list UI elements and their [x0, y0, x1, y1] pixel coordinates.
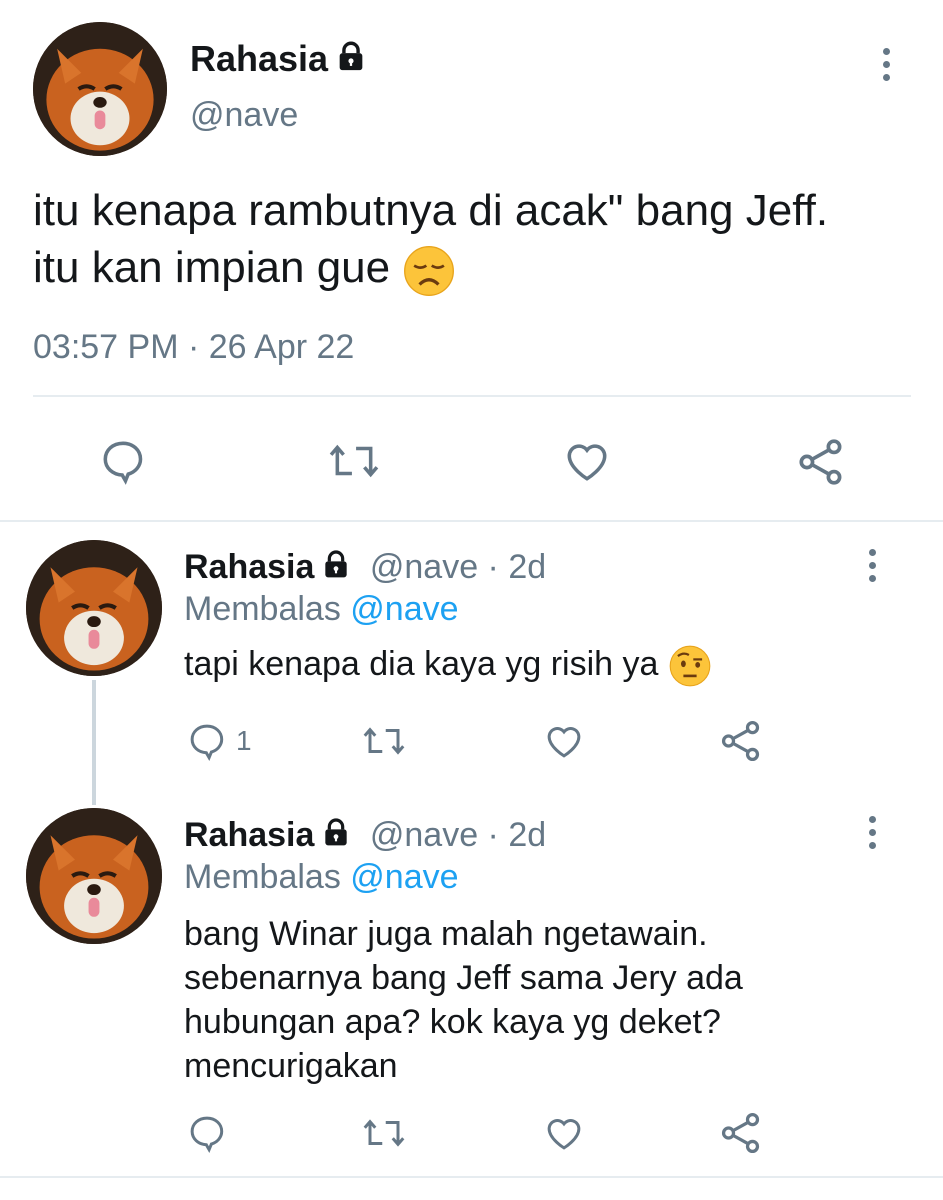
lock-icon: [325, 818, 348, 846]
tweet-text: itu kenapa rambutnya di acak" bang Jeff.…: [33, 182, 828, 298]
mention-link[interactable]: @nave: [350, 590, 458, 628]
disappointed-face-emoji-icon: [404, 245, 455, 296]
heart-icon: [547, 727, 581, 758]
avatar[interactable]: [26, 540, 162, 676]
reply-text-line: mencurigakan: [184, 1047, 398, 1085]
reply-button[interactable]: [186, 1112, 228, 1154]
like-button[interactable]: [541, 1112, 587, 1154]
more-options-icon[interactable]: [880, 48, 892, 81]
reply-age[interactable]: 2d: [508, 548, 546, 586]
more-options-icon[interactable]: [866, 549, 878, 582]
reply-author-name-text[interactable]: Rahasia: [184, 548, 314, 586]
reply-author-name-text[interactable]: Rahasia: [184, 816, 314, 854]
more-options-icon[interactable]: [866, 816, 878, 849]
raised-eyebrow-face-emoji-icon: [669, 645, 711, 687]
reply-text-content: tapi kenapa dia kaya yg risih ya: [184, 645, 659, 683]
section-divider: [0, 520, 943, 522]
author-name[interactable]: Rahasia: [190, 38, 368, 80]
retweet-icon: [329, 444, 379, 478]
reply-icon: [190, 1116, 224, 1154]
share-button[interactable]: [795, 436, 847, 488]
share-button[interactable]: [718, 718, 764, 764]
replying-prefix: Membalas: [184, 858, 341, 896]
lock-icon: [325, 550, 348, 578]
tweet-text-line2: itu kan impian gue: [33, 243, 391, 293]
mention-link[interactable]: @nave: [350, 858, 458, 896]
reply-author-name[interactable]: Rahasia @nave · 2d: [184, 548, 546, 587]
avatar[interactable]: [26, 808, 162, 944]
reply-text: tapi kenapa dia kaya yg risih ya: [184, 642, 712, 688]
share-icon: [721, 720, 760, 762]
reply-author-name[interactable]: Rahasia @nave · 2d: [184, 816, 546, 855]
share-icon: [799, 439, 842, 485]
reply-age[interactable]: 2d: [508, 816, 546, 854]
reply-handle[interactable]: @nave: [370, 548, 478, 586]
reply-text-line: bang Winar juga malah ngetawain.: [184, 915, 708, 953]
tweet-date[interactable]: 26 Apr 22: [209, 328, 355, 366]
replying-to: Membalas @nave: [184, 858, 459, 897]
bottom-divider: [0, 1176, 943, 1178]
retweet-button[interactable]: [326, 436, 382, 486]
retweet-icon: [363, 727, 405, 755]
retweet-icon: [363, 1119, 405, 1147]
reply-text-line: hubungan apa? kok kaya yg deket?: [184, 1003, 721, 1041]
lock-icon: [339, 41, 363, 71]
share-icon: [721, 1112, 760, 1154]
reply-icon: [190, 724, 224, 762]
reply-handle[interactable]: @nave: [370, 816, 478, 854]
replying-to: Membalas @nave: [184, 590, 459, 629]
tweet-text-line-2: itu kan impian gue: [33, 239, 828, 297]
tweet-text-line: itu kenapa rambutnya di acak" bang Jeff.: [33, 186, 829, 235]
like-button[interactable]: [560, 436, 614, 486]
thread-line: [92, 680, 96, 805]
divider: [33, 395, 911, 397]
reply-text-line: sebenarnya bang Jeff sama Jery ada: [184, 959, 743, 997]
heart-icon: [567, 444, 607, 481]
share-button[interactable]: [718, 1110, 764, 1156]
heart-icon: [547, 1119, 581, 1150]
reply-button[interactable]: 1: [186, 720, 252, 762]
replying-prefix: Membalas: [184, 590, 341, 628]
author-handle[interactable]: @nave: [190, 96, 298, 135]
reply-button[interactable]: [98, 436, 148, 486]
retweet-button[interactable]: [360, 720, 408, 762]
reply-icon: [103, 441, 143, 485]
reply-count: 1: [236, 725, 252, 756]
tweet-time[interactable]: 03:57 PM: [33, 328, 179, 366]
author-name-text[interactable]: Rahasia: [190, 38, 328, 79]
reply-text: bang Winar juga malah ngetawain. sebenar…: [184, 912, 743, 1088]
avatar[interactable]: [33, 22, 167, 156]
retweet-button[interactable]: [360, 1112, 408, 1154]
like-button[interactable]: [541, 720, 587, 762]
tweet-timestamp[interactable]: 03:57 PM · 26 Apr 22: [33, 328, 354, 367]
